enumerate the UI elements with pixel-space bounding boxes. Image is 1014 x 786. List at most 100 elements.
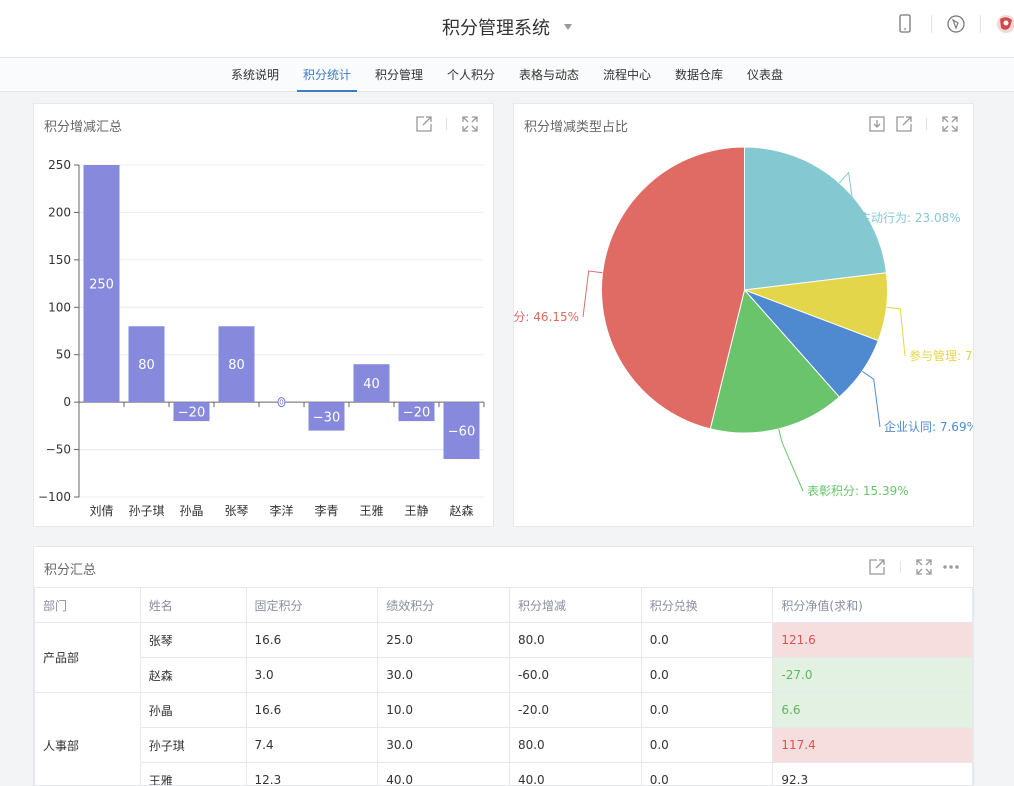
bar-value-label: 80	[138, 358, 155, 373]
bar-value-label: −60	[448, 425, 475, 440]
user-avatar[interactable]	[994, 13, 1014, 35]
bar-chart: 250200150100500−50−100250刘倩80孙子琪−20孙晶80张…	[34, 104, 493, 526]
table-cell: 0.0	[641, 658, 773, 693]
nav-tabs: 系统说明积分统计积分管理个人积分表格与动态流程中心数据仓库仪表盘	[0, 58, 1014, 92]
bar-value-label: −30	[313, 410, 340, 425]
tab-1[interactable]: 积分统计	[297, 58, 357, 92]
table-cell: 16.6	[246, 623, 378, 658]
table-row: 王雅12.340.040.00.092.3	[35, 763, 973, 786]
x-category-label: 孙子琪	[128, 504, 164, 518]
x-category-label: 孙晶	[179, 504, 203, 518]
tab-6[interactable]: 数据仓库	[669, 58, 729, 92]
x-category-label: 李洋	[269, 503, 293, 518]
tab-7[interactable]: 仪表盘	[741, 58, 789, 92]
table-row: 产品部张琴16.625.080.00.0121.6	[35, 623, 973, 658]
pie-slice-label: 参与管理: 7.	[909, 348, 973, 363]
pie-label-line	[862, 371, 880, 427]
bar-value-label: 250	[89, 278, 114, 293]
table-cell: 0.0	[641, 693, 773, 728]
table-row: 赵森3.030.0-60.00.0-27.0	[35, 658, 973, 693]
table-cell: 0.0	[641, 728, 773, 763]
net-value-cell: 121.6	[773, 623, 973, 658]
mobile-icon[interactable]	[896, 13, 914, 35]
x-category-label: 王静	[404, 504, 428, 518]
summary-table-panel: 积分汇总 部门姓名固定积分绩效积分积分增减积分兑换积分净值(求和) 产品部张琴1…	[33, 546, 974, 786]
divider	[931, 15, 932, 33]
bar-chart-panel: 积分增减汇总 250200150100500−50−100250刘倩80孙子琪−…	[33, 103, 494, 527]
net-value-cell: -27.0	[773, 658, 973, 693]
y-tick-label: 150	[48, 253, 71, 267]
export-icon[interactable]	[867, 557, 887, 577]
more-icon[interactable]	[941, 557, 961, 577]
tab-3[interactable]: 个人积分	[441, 58, 501, 92]
table-cell: 80.0	[509, 623, 641, 658]
table-cell: 王雅	[140, 763, 246, 786]
y-tick-label: −100	[38, 490, 71, 504]
table-cell: 16.6	[246, 693, 378, 728]
y-tick-label: 50	[56, 348, 71, 362]
net-value-cell: 117.4	[773, 728, 973, 763]
column-header[interactable]: 固定积分	[246, 588, 378, 623]
table-cell: -60.0	[509, 658, 641, 693]
y-tick-label: 200	[48, 205, 71, 219]
bar-value-label: 80	[228, 358, 245, 373]
table-cell: 孙子琪	[140, 728, 246, 763]
net-value-cell: 6.6	[773, 693, 973, 728]
table-cell: 张琴	[140, 623, 246, 658]
table-panel-title: 积分汇总	[44, 559, 96, 578]
table-cell: 12.3	[246, 763, 378, 786]
net-value-cell: 92.3	[773, 763, 973, 786]
bar-value-label: −20	[178, 406, 205, 421]
dept-cell: 人事部	[35, 693, 141, 786]
column-header[interactable]: 积分增减	[509, 588, 641, 623]
table-cell: -20.0	[509, 693, 641, 728]
tab-2[interactable]: 积分管理	[369, 58, 429, 92]
column-header[interactable]: 积分净值(求和)	[773, 588, 973, 623]
column-header[interactable]: 绩效积分	[378, 588, 510, 623]
chevron-down-icon[interactable]	[564, 24, 572, 30]
dept-cell: 产品部	[35, 623, 141, 693]
bar-value-label: −20	[403, 406, 430, 421]
column-header[interactable]: 积分兑换	[641, 588, 773, 623]
pie-label-line	[583, 271, 603, 317]
toolbar-divider	[900, 561, 901, 573]
zero-marker: 0	[278, 398, 285, 407]
table-cell: 10.0	[378, 693, 510, 728]
pie-slice-label: 积分: 46.15%	[514, 310, 579, 324]
pie-slice-label: 企业认同: 7.69%	[884, 419, 973, 434]
fullscreen-icon[interactable]	[914, 557, 934, 577]
summary-table: 部门姓名固定积分绩效积分积分增减积分兑换积分净值(求和) 产品部张琴16.625…	[34, 587, 973, 786]
app-title-text: 积分管理系统	[442, 18, 550, 39]
table-row: 孙子琪7.430.080.00.0117.4	[35, 728, 973, 763]
pie-chart-panel: 积分增减类型占比 主动行为: 23.08%参与管理: 7.企业认同: 7.69%…	[513, 103, 974, 527]
app-title[interactable]: 积分管理系统	[0, 14, 1014, 40]
pie-label-line	[779, 429, 803, 491]
bar-value-label: 0	[279, 399, 283, 407]
y-tick-label: 250	[48, 158, 71, 172]
table-cell: 3.0	[246, 658, 378, 693]
top-bar: 积分管理系统	[0, 0, 1014, 58]
x-category-label: 赵森	[449, 503, 473, 518]
table-cell: 7.4	[246, 728, 378, 763]
column-header[interactable]: 姓名	[140, 588, 246, 623]
compass-icon[interactable]	[945, 13, 967, 35]
tab-5[interactable]: 流程中心	[597, 58, 657, 92]
tab-bar: 系统说明积分统计积分管理个人积分表格与动态流程中心数据仓库仪表盘	[0, 58, 1014, 92]
table-cell: 30.0	[378, 658, 510, 693]
table-header-row: 部门姓名固定积分绩效积分积分增减积分兑换积分净值(求和)	[35, 588, 973, 623]
column-header[interactable]: 部门	[35, 588, 141, 623]
x-category-label: 王雅	[359, 503, 383, 518]
pie-slice-label: 主动行为: 23.08%	[859, 211, 961, 225]
table-cell: 40.0	[509, 763, 641, 786]
table-cell: 0.0	[641, 763, 773, 786]
table-cell: 0.0	[641, 623, 773, 658]
y-tick-label: 0	[63, 395, 71, 409]
table-cell: 40.0	[378, 763, 510, 786]
x-category-label: 张琴	[224, 504, 248, 518]
pie-label-line	[886, 307, 905, 356]
tab-0[interactable]: 系统说明	[225, 58, 285, 92]
tab-4[interactable]: 表格与动态	[513, 58, 585, 92]
y-tick-label: 100	[48, 300, 71, 314]
table-cell: 25.0	[378, 623, 510, 658]
table-cell: 赵森	[140, 658, 246, 693]
